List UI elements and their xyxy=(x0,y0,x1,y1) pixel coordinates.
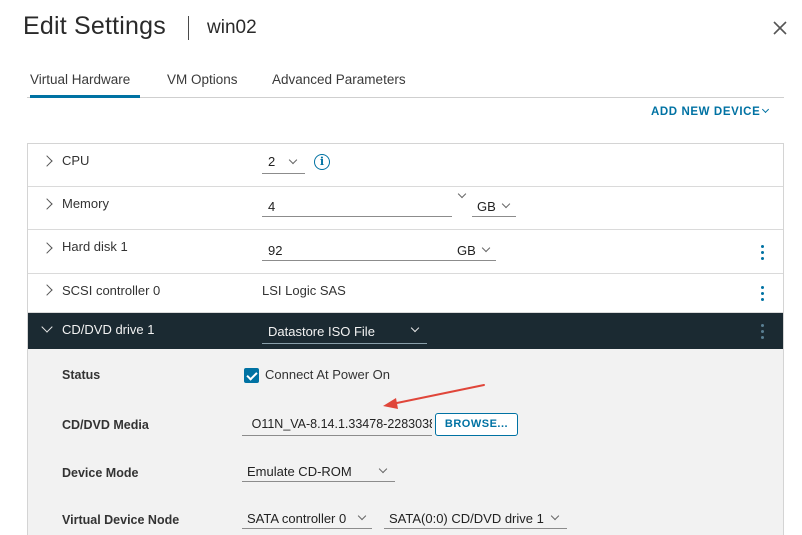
memory-label: Memory xyxy=(62,196,109,211)
tab-bar: Virtual Hardware VM Options Advanced Par… xyxy=(27,68,784,98)
add-new-device-button[interactable]: ADD NEW DEVICE xyxy=(651,105,770,118)
hard-disk-label: Hard disk 1 xyxy=(62,239,128,254)
chevron-down-icon xyxy=(288,155,298,165)
virtual-device-node-label: Virtual Device Node xyxy=(62,513,180,527)
chevron-right-icon[interactable] xyxy=(41,242,53,254)
chevron-down-icon xyxy=(481,243,491,253)
chevron-down-icon xyxy=(410,323,420,333)
kebab-icon[interactable] xyxy=(761,324,765,340)
chevron-down-icon xyxy=(550,511,560,521)
cd-dvd-label: CD/DVD drive 1 xyxy=(62,322,155,337)
hard-disk-unit: GB xyxy=(457,243,476,258)
chevron-down-icon xyxy=(501,199,511,209)
cd-dvd-media-value: O11N_VA-8.14.1.33478-2283038 xyxy=(251,417,432,431)
chevron-down-icon xyxy=(357,511,367,521)
row-hard-disk: Hard disk 1 92 GB xyxy=(28,230,783,274)
cd-dvd-type-select[interactable]: Datastore ISO File xyxy=(262,319,427,344)
chevron-down-icon xyxy=(378,464,388,474)
status-label: Status xyxy=(62,368,101,382)
connect-at-power-on-checkbox[interactable] xyxy=(244,368,259,383)
cpu-label: CPU xyxy=(62,153,90,168)
tab-advanced-parameters[interactable]: Advanced Parameters xyxy=(272,72,406,98)
row-cd-dvd-drive: CD/DVD drive 1 Datastore ISO File xyxy=(28,313,783,349)
dialog-title: Edit Settings xyxy=(23,12,166,40)
chevron-down-icon[interactable] xyxy=(41,321,53,333)
scsi-value: LSI Logic SAS xyxy=(262,283,346,298)
hard-disk-unit-select[interactable]: GB xyxy=(452,239,496,261)
node-controller-select[interactable]: SATA controller 0 xyxy=(242,507,372,529)
memory-spinner[interactable] xyxy=(457,189,468,201)
chevron-right-icon[interactable] xyxy=(41,284,53,296)
row-memory: Memory 4 GB xyxy=(28,187,783,230)
browse-button[interactable]: BROWSE... xyxy=(435,413,518,436)
tab-virtual-hardware[interactable]: Virtual Hardware xyxy=(30,72,140,98)
memory-unit-select[interactable]: GB xyxy=(472,195,516,217)
title-separator xyxy=(188,16,189,40)
chevron-right-icon[interactable] xyxy=(41,198,53,210)
scsi-label: SCSI controller 0 xyxy=(62,283,161,298)
cd-dvd-media-label: CD/DVD Media xyxy=(62,418,149,432)
kebab-icon[interactable] xyxy=(761,286,765,302)
kebab-icon[interactable] xyxy=(761,245,765,261)
chevron-down-icon xyxy=(457,189,467,199)
connect-at-power-on-label: Connect At Power On xyxy=(265,367,391,382)
hardware-grid: CPU 2 i Memory 4 GB Hard disk 1 92 GB SC xyxy=(27,143,784,535)
node-slot-value: SATA(0:0) CD/DVD drive 1 xyxy=(389,511,544,526)
node-controller-value: SATA controller 0 xyxy=(247,511,347,526)
chevron-right-icon[interactable] xyxy=(41,155,53,167)
row-scsi-controller: SCSI controller 0 LSI Logic SAS xyxy=(28,274,783,313)
cpu-value: 2 xyxy=(268,154,276,169)
memory-unit: GB xyxy=(477,199,496,214)
info-icon[interactable]: i xyxy=(314,154,330,170)
hard-disk-input[interactable]: 92 xyxy=(262,239,452,261)
tab-vm-options[interactable]: VM Options xyxy=(167,72,238,98)
cd-dvd-media-input[interactable]: O11N_VA-8.14.1.33478-2283038 xyxy=(242,414,432,436)
node-slot-select[interactable]: SATA(0:0) CD/DVD drive 1 xyxy=(384,507,567,529)
chevron-down-icon xyxy=(762,105,770,114)
memory-input[interactable]: 4 xyxy=(262,195,452,217)
device-mode-value: Emulate CD-ROM xyxy=(247,464,352,479)
cpu-select[interactable]: 2 xyxy=(262,154,305,174)
cd-dvd-type-value: Datastore ISO File xyxy=(268,324,375,339)
cd-dvd-details: Status Connect At Power On CD/DVD Media … xyxy=(28,349,783,535)
device-mode-select[interactable]: Emulate CD-ROM xyxy=(242,460,395,482)
device-mode-label: Device Mode xyxy=(62,466,139,480)
row-cpu: CPU 2 i xyxy=(28,144,783,187)
dialog-header: Edit Settings win02 xyxy=(0,0,802,58)
vm-name: win02 xyxy=(207,17,257,38)
add-new-device-label: ADD NEW DEVICE xyxy=(651,106,761,118)
close-icon[interactable] xyxy=(770,18,790,38)
